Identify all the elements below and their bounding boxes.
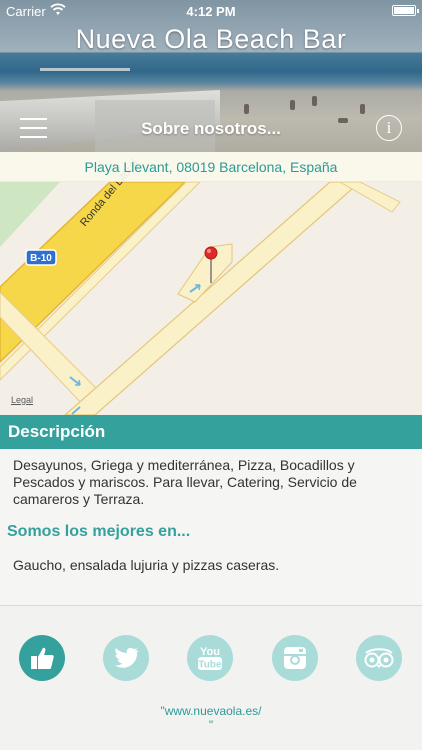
best-at-title: Somos los mejores en... xyxy=(7,523,191,540)
bird-icon xyxy=(115,647,138,668)
description-header: Descripción xyxy=(0,415,422,449)
youtube-icon: You Tube xyxy=(198,646,222,671)
youtube-button[interactable]: You Tube xyxy=(187,635,233,681)
instagram-button[interactable] xyxy=(272,635,318,681)
page-title: Sobre nosotros... xyxy=(141,119,281,138)
app-title: Nueva Ola Beach Bar xyxy=(75,24,347,54)
twitter-button[interactable] xyxy=(103,635,149,681)
facebook-like-button[interactable] xyxy=(19,635,65,681)
website-link-line2: " xyxy=(208,718,214,732)
website-link-line1: "www.nuevaola.es/ xyxy=(160,704,262,718)
info-button[interactable]: i xyxy=(376,115,402,141)
description-text: Desayunos, Griega y mediterránea, Pizza,… xyxy=(13,457,357,507)
svg-text:You: You xyxy=(200,646,220,658)
camera-icon xyxy=(284,647,306,669)
status-bar: Carrier 4:12 PM xyxy=(0,0,422,22)
best-at-text: Gaucho, ensalada lujuria y pizzas casera… xyxy=(13,557,280,573)
address-label: Playa Llevant, 08019 Barcelona, España xyxy=(0,152,422,182)
tripadvisor-button[interactable] xyxy=(356,635,402,681)
website-link[interactable]: "www.nuevaola.es/ " xyxy=(0,704,422,732)
highway-shield: B-10 xyxy=(30,253,52,264)
battery-icon xyxy=(392,5,419,16)
map-pin-icon[interactable] xyxy=(204,246,220,291)
clock: 4:12 PM xyxy=(186,4,236,19)
thumbs-up-icon xyxy=(31,647,54,669)
legal-link[interactable]: Legal xyxy=(11,395,33,405)
owl-icon xyxy=(364,648,394,669)
svg-text:Tube: Tube xyxy=(198,660,222,671)
